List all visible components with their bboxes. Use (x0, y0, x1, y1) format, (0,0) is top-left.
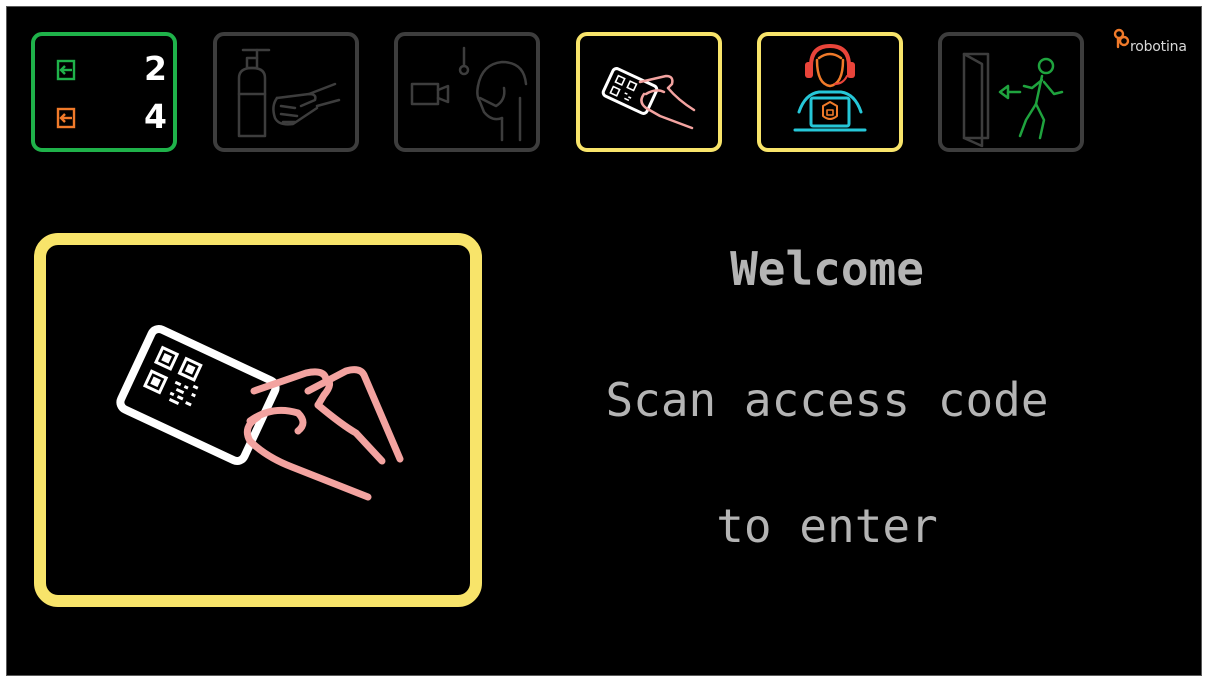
instruction-line-2: to enter (716, 499, 938, 553)
robotina-logo-icon (1113, 28, 1130, 49)
kiosk-screen: 2 4 robotina Welcome Scan access code to… (6, 6, 1202, 676)
step-temperature-mask-check (394, 32, 540, 152)
temperature-mask-check-icon (410, 46, 528, 142)
step-operator-support (757, 32, 903, 152)
step-walk-through-door (938, 32, 1084, 152)
scan-panel (34, 233, 482, 607)
walk-through-door-icon (962, 52, 1064, 148)
exit-count: 4 (144, 97, 167, 136)
entry-count: 2 (144, 49, 167, 88)
qr-card-scan-icon (601, 67, 696, 130)
qr-card-hand-icon (116, 325, 404, 501)
exit-counter-row: 4 (49, 97, 167, 138)
entry-counter-row: 2 (49, 49, 167, 90)
hand-sanitizer-icon (237, 48, 341, 138)
entry-arrow-icon (56, 59, 76, 81)
brand-name: robotina (1130, 39, 1187, 55)
instruction-line-1: Scan access code (605, 373, 1049, 427)
brand-logo: robotina (1113, 27, 1201, 57)
step-qr-card-scan (576, 32, 722, 152)
exit-arrow-icon (56, 107, 76, 129)
welcome-title: Welcome (730, 242, 924, 296)
occupancy-counter: 2 4 (31, 32, 177, 152)
operator-support-icon (793, 44, 867, 132)
step-hand-sanitizer (213, 32, 359, 152)
